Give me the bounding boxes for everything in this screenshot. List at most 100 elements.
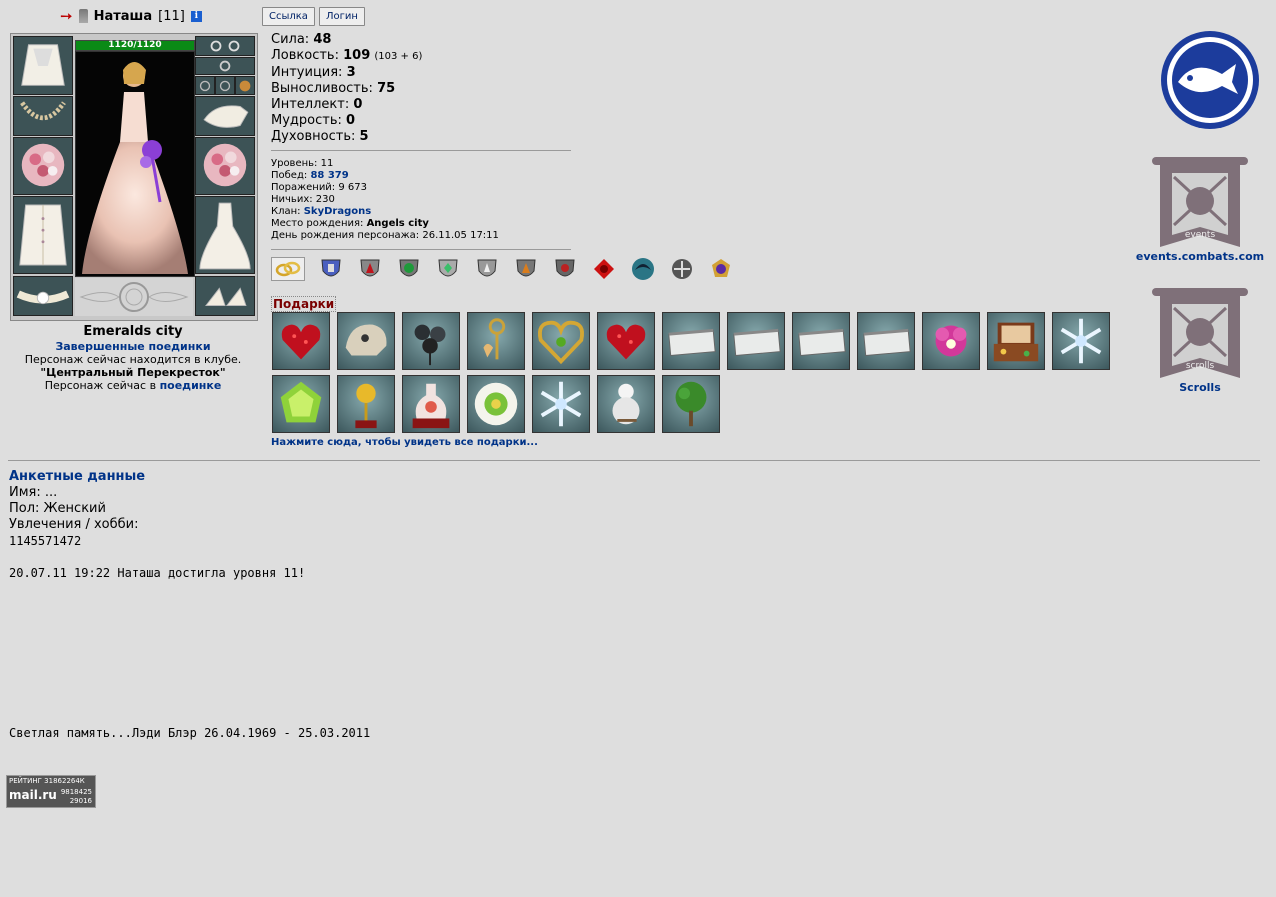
chest-gift-icon[interactable] <box>727 312 785 370</box>
stat-row: Интуиция: 3 <box>271 65 422 81</box>
necklace-slot[interactable] <box>13 96 73 136</box>
key-gift-icon[interactable] <box>467 312 525 370</box>
login-button[interactable]: Логин <box>319 7 365 26</box>
losses-value: 9 673 <box>338 182 368 193</box>
stat-label: Выносливость: <box>271 81 373 96</box>
wins-label: Побед: <box>271 170 308 181</box>
equipment-panel: 1120/1120 <box>10 33 258 321</box>
ring-slot-3[interactable] <box>235 76 255 95</box>
purple-gem-badge-icon[interactable] <box>707 256 734 282</box>
info-divider <box>271 249 571 250</box>
bouquet-slot[interactable] <box>13 137 73 195</box>
helmet-slot[interactable] <box>13 36 73 95</box>
stat-label: Сила: <box>271 32 310 47</box>
flowers-gift-icon[interactable] <box>402 312 460 370</box>
draws-value: 230 <box>315 194 335 205</box>
character-portrait <box>75 51 195 277</box>
earrings-slot[interactable] <box>195 36 255 56</box>
plate-gift-icon[interactable] <box>467 375 525 433</box>
counter-value-2: 29016 <box>69 797 92 805</box>
stat-row: Духовность: 5 <box>271 129 422 145</box>
snowflake-gift-icon[interactable] <box>1052 312 1110 370</box>
belt-slot[interactable] <box>13 276 73 316</box>
blue-shield-badge-icon[interactable] <box>317 256 344 282</box>
snowman-gift-icon[interactable] <box>597 375 655 433</box>
clan-link[interactable]: SkyDragons <box>304 206 371 217</box>
info-icon[interactable]: i <box>190 10 202 22</box>
fight-link[interactable]: поединке <box>160 379 222 392</box>
character-level: [11] <box>158 8 185 24</box>
heart-gift-icon[interactable] <box>272 312 330 370</box>
chest-gift-icon[interactable] <box>857 312 915 370</box>
character-nick: Наташа <box>93 8 153 24</box>
golden-rose-gift-icon[interactable] <box>337 375 395 433</box>
finished-fights-link[interactable]: Завершенные поединки <box>55 340 210 353</box>
green-shield-badge-icon[interactable] <box>395 256 422 282</box>
stats-divider <box>271 150 571 151</box>
ring-slot-2[interactable] <box>215 76 235 95</box>
birthplace-label: Место рождения: <box>271 218 364 229</box>
shield-bouquet-slot[interactable] <box>195 137 255 195</box>
stat-row: Мудрость: 0 <box>271 113 422 129</box>
stat-value: 75 <box>377 81 396 96</box>
chest-gift-icon[interactable] <box>662 312 720 370</box>
stat-value: 48 <box>313 32 332 47</box>
amulet-slot[interactable] <box>195 57 255 75</box>
events-link[interactable]: events.combats.com <box>1120 250 1276 263</box>
counter-brand: mail.ru <box>9 788 57 802</box>
dress-slot[interactable] <box>195 196 255 274</box>
cross-medal-badge-icon[interactable] <box>668 256 695 282</box>
clan-label: Клан: <box>271 206 301 217</box>
stat-value: 0 <box>346 113 356 128</box>
all-gifts-link[interactable]: Нажмите сюда, чтобы увидеть все подарки.… <box>271 437 538 448</box>
stat-row: Интеллект: 0 <box>271 97 422 113</box>
red-shield-badge-icon[interactable] <box>356 256 383 282</box>
snowflake-gift-icon[interactable] <box>532 375 590 433</box>
stat-label: Интуиция: <box>271 65 343 80</box>
alignment-icon <box>78 9 88 23</box>
link-button[interactable]: Ссылка <box>262 7 315 26</box>
red-crystal-badge-icon[interactable] <box>590 256 617 282</box>
mailru-counter[interactable]: РЕЙТИНГ 31862264К mail.ru 9818425 29016 <box>6 775 96 808</box>
fish-emblem-icon[interactable] <box>1160 30 1260 130</box>
armor-slot[interactable] <box>13 196 73 274</box>
scrolls-link[interactable]: Scrolls <box>1150 381 1250 394</box>
boots-slot[interactable] <box>195 276 255 316</box>
exit-arrow-icon[interactable]: ➙ <box>60 8 73 24</box>
skull-gift-icon[interactable] <box>337 312 395 370</box>
stats-block: Сила: 48 Ловкость: 109 (103 + 6) Интуиция:… <box>271 32 422 145</box>
potion-gift-icon[interactable] <box>402 375 460 433</box>
scrolls-banner-text: scrolls <box>1186 361 1215 371</box>
losses-label: Поражений: <box>271 182 336 193</box>
heart-gift-icon[interactable] <box>597 312 655 370</box>
silver-shield-badge-icon[interactable] <box>473 256 500 282</box>
fight-line: Персонаж сейчас в <box>44 379 157 392</box>
memory-message: Светлая память...Лэди Блэр 26.04.1969 - … <box>9 726 371 740</box>
orchid-gift-icon[interactable] <box>922 312 980 370</box>
profile-data: Анкетные данные Имя: ... Пол: Женский Ув… <box>9 469 370 741</box>
stat-extra: (103 + 6) <box>374 51 423 62</box>
emerald-shield-badge-icon[interactable] <box>434 256 461 282</box>
draws-label: Ничьих: <box>271 194 313 205</box>
gloves-slot[interactable] <box>195 96 255 136</box>
orange-shield-badge-icon[interactable] <box>512 256 539 282</box>
character-header: ➙ Наташа [11] i <box>60 6 202 26</box>
heart-frame-gift-icon[interactable] <box>532 312 590 370</box>
dragon-badge-icon[interactable] <box>629 256 656 282</box>
events-banner-icon[interactable]: events <box>1150 155 1250 250</box>
rings-badge-icon[interactable] <box>271 256 305 282</box>
stat-row: Выносливость: 75 <box>271 81 422 97</box>
chest-gift-icon[interactable] <box>792 312 850 370</box>
treasure-gift-icon[interactable] <box>987 312 1045 370</box>
scrolls-banner-icon[interactable]: scrolls <box>1150 286 1250 381</box>
club-name: "Центральный Перекресток" <box>40 366 226 379</box>
wins-value[interactable]: 88 379 <box>310 170 348 181</box>
stat-value: 5 <box>359 129 369 144</box>
ring-slot-1[interactable] <box>195 76 215 95</box>
level-up-message: 20.07.11 19:22 Наташа достигла уровня 11… <box>9 566 306 580</box>
gem-gift-icon[interactable] <box>272 375 330 433</box>
tree-gift-icon[interactable] <box>662 375 720 433</box>
birthplace-value: Angels city <box>366 218 429 229</box>
dark-shield-badge-icon[interactable] <box>551 256 578 282</box>
profile-title: Анкетные данные <box>9 469 146 484</box>
